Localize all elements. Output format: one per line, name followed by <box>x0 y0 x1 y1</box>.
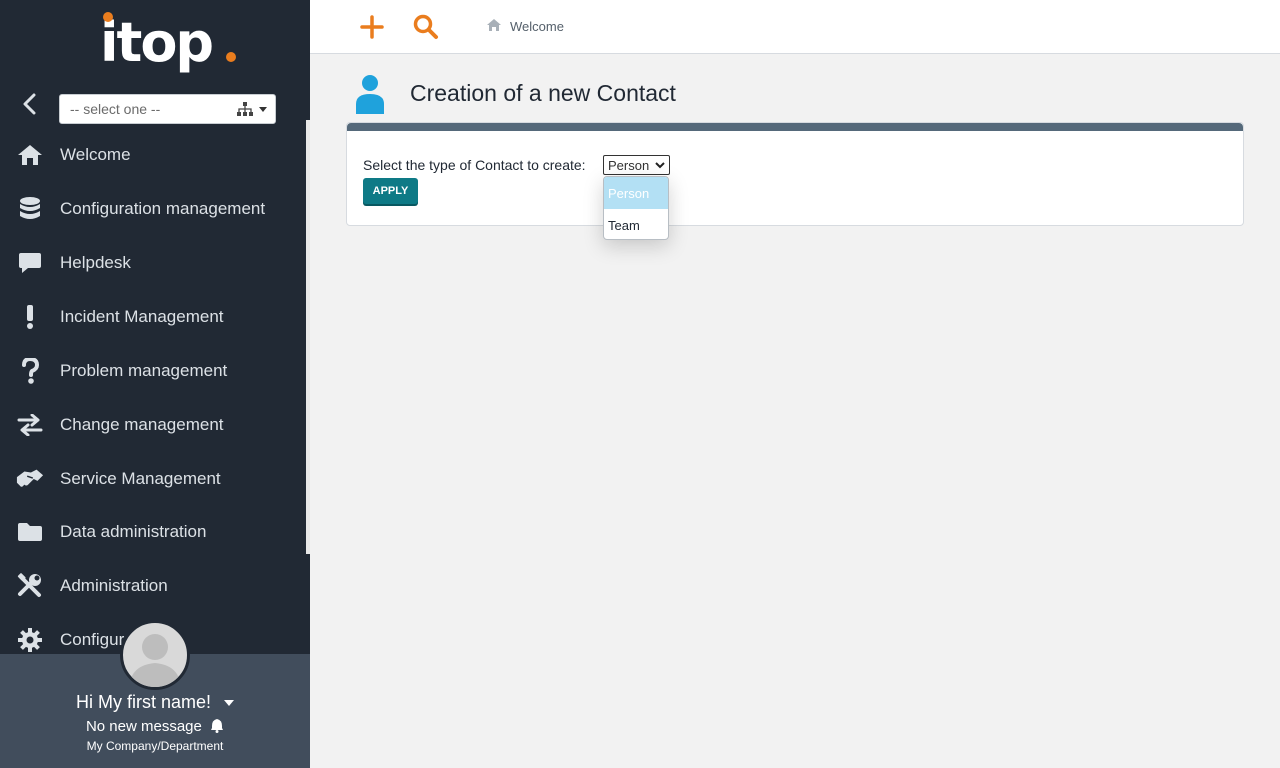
top-bar: Welcome <box>310 0 1280 54</box>
menu-item-problem-management[interactable]: Problem management <box>0 346 306 396</box>
gear-icon <box>16 626 44 654</box>
tools-icon <box>16 572 44 600</box>
search-icon[interactable] <box>411 12 441 42</box>
menu-item-data-administration[interactable]: Data administration <box>0 507 306 557</box>
menu-item-incident-management[interactable]: Incident Management <box>0 292 306 342</box>
menu-item-change-management[interactable]: Change management <box>0 400 306 450</box>
user-greeting[interactable]: Hi My first name! <box>0 692 310 713</box>
sidebar: itop -- select one -- Welcome Configurat… <box>0 0 310 768</box>
panel-header-bar <box>347 123 1243 131</box>
home-icon <box>486 18 502 35</box>
contact-type-label: Select the type of Contact to create: <box>363 157 586 173</box>
menu-item-administration[interactable]: Administration <box>0 561 306 611</box>
contact-type-select[interactable]: Person <box>603 155 670 175</box>
user-messages[interactable]: No new message <box>0 718 310 737</box>
plus-icon[interactable] <box>357 12 387 42</box>
contact-type-panel: Select the type of Contact to create: Pe… <box>346 122 1244 226</box>
itop-logo[interactable]: itop <box>100 8 240 78</box>
logo-dot <box>103 12 113 22</box>
bell-icon <box>210 718 224 737</box>
menu-item-helpdesk[interactable]: Helpdesk <box>0 238 306 288</box>
menu-item-configuration-management[interactable]: Configuration management <box>0 184 306 234</box>
option-person[interactable]: Person <box>604 177 668 209</box>
sidebar-scrollbar[interactable] <box>306 120 310 554</box>
breadcrumb-welcome: Welcome <box>510 19 564 34</box>
user-organization: My Company/Department <box>86 739 224 753</box>
menu-item-service-management[interactable]: Service Management <box>0 454 306 504</box>
sitemap-icon <box>237 102 253 119</box>
handshake-icon <box>16 465 44 493</box>
question-icon <box>16 357 44 385</box>
chevron-down-icon <box>259 107 267 112</box>
folder-icon <box>16 518 44 546</box>
person-icon <box>354 74 386 114</box>
logo-dot <box>226 52 236 62</box>
contact-type-dropdown: Person Team <box>603 176 669 240</box>
breadcrumb[interactable]: Welcome <box>486 18 564 35</box>
apply-button[interactable]: APPLY <box>363 178 418 204</box>
exchange-icon <box>16 411 44 439</box>
organization-select-value: -- select one -- <box>70 101 161 117</box>
exclamation-icon <box>16 303 44 331</box>
menu-item-welcome[interactable]: Welcome <box>0 130 306 180</box>
avatar[interactable] <box>120 620 190 690</box>
page-title: Creation of a new Contact <box>410 80 676 106</box>
option-team[interactable]: Team <box>604 209 668 239</box>
organization-select[interactable]: -- select one -- <box>59 94 276 124</box>
chevron-down-icon <box>655 159 665 174</box>
home-icon <box>16 141 44 169</box>
comment-icon <box>16 249 44 277</box>
caret-down-icon <box>224 700 235 707</box>
database-icon <box>16 195 44 223</box>
contact-type-select-value: Person <box>608 157 650 173</box>
chevron-left-icon[interactable] <box>14 88 46 120</box>
